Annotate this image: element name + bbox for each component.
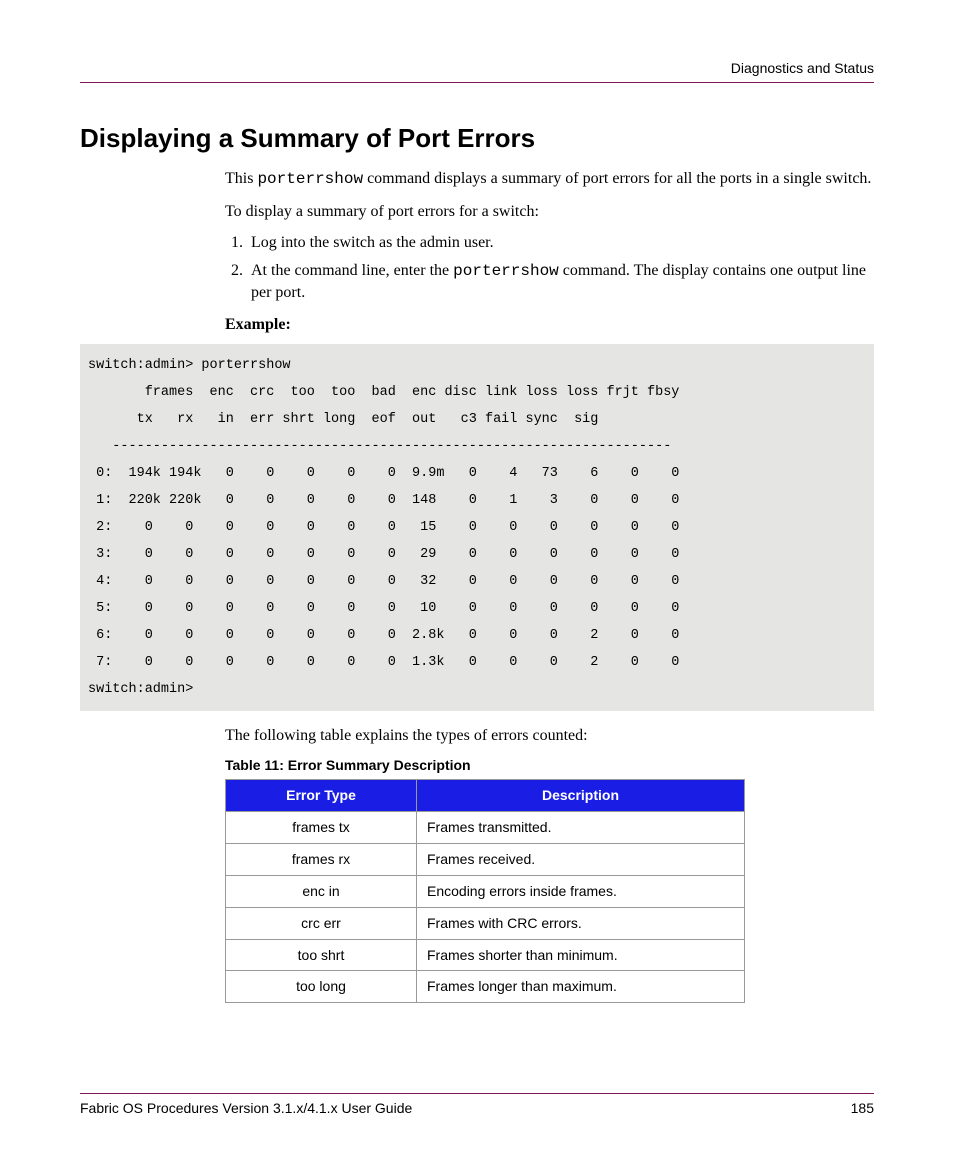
table-row: frames rx Frames received.	[226, 843, 745, 875]
cell-type: too shrt	[226, 939, 417, 971]
table-row: enc in Encoding errors inside frames.	[226, 875, 745, 907]
intro-paragraph: This porterrshow command displays a summ…	[225, 168, 874, 191]
footer-page-number: 185	[851, 1100, 874, 1116]
cell-desc: Encoding errors inside frames.	[417, 875, 745, 907]
step-2-pre: At the command line, enter the	[251, 262, 453, 279]
table-row: too long Frames longer than maximum.	[226, 971, 745, 1003]
intro-pre: This	[225, 170, 257, 187]
cell-desc: Frames received.	[417, 843, 745, 875]
cell-desc: Frames shorter than minimum.	[417, 939, 745, 971]
page-footer: Fabric OS Procedures Version 3.1.x/4.1.x…	[80, 1093, 874, 1116]
cell-desc: Frames longer than maximum.	[417, 971, 745, 1003]
cell-desc: Frames with CRC errors.	[417, 907, 745, 939]
lead-in: To display a summary of port errors for …	[225, 201, 874, 223]
cell-type: too long	[226, 971, 417, 1003]
cell-type: crc err	[226, 907, 417, 939]
table-head-desc: Description	[417, 780, 745, 812]
header-rule	[80, 82, 874, 83]
step-2-code: porterrshow	[453, 262, 559, 280]
step-1: Log into the switch as the admin user.	[247, 232, 874, 254]
table-caption: Table 11: Error Summary Description	[225, 756, 874, 775]
cell-type: frames rx	[226, 843, 417, 875]
cell-type: enc in	[226, 875, 417, 907]
intro-code: porterrshow	[257, 170, 363, 188]
cell-desc: Frames transmitted.	[417, 811, 745, 843]
table-row: too shrt Frames shorter than minimum.	[226, 939, 745, 971]
cell-type: frames tx	[226, 811, 417, 843]
table-head-type: Error Type	[226, 780, 417, 812]
code-example: switch:admin> porterrshow frames enc crc…	[80, 344, 874, 711]
table-header-row: Error Type Description	[226, 780, 745, 812]
example-label: Example:	[225, 314, 874, 336]
steps-list: Log into the switch as the admin user. A…	[225, 232, 874, 304]
page-title: Displaying a Summary of Port Errors	[80, 123, 874, 154]
step-2: At the command line, enter the porterrsh…	[247, 260, 874, 304]
error-summary-table: Error Type Description frames tx Frames …	[225, 779, 745, 1003]
header-section-label: Diagnostics and Status	[80, 60, 874, 76]
table-row: frames tx Frames transmitted.	[226, 811, 745, 843]
after-code-paragraph: The following table explains the types o…	[225, 725, 874, 747]
intro-post: command displays a summary of port error…	[363, 170, 871, 187]
footer-left: Fabric OS Procedures Version 3.1.x/4.1.x…	[80, 1100, 412, 1116]
table-row: crc err Frames with CRC errors.	[226, 907, 745, 939]
